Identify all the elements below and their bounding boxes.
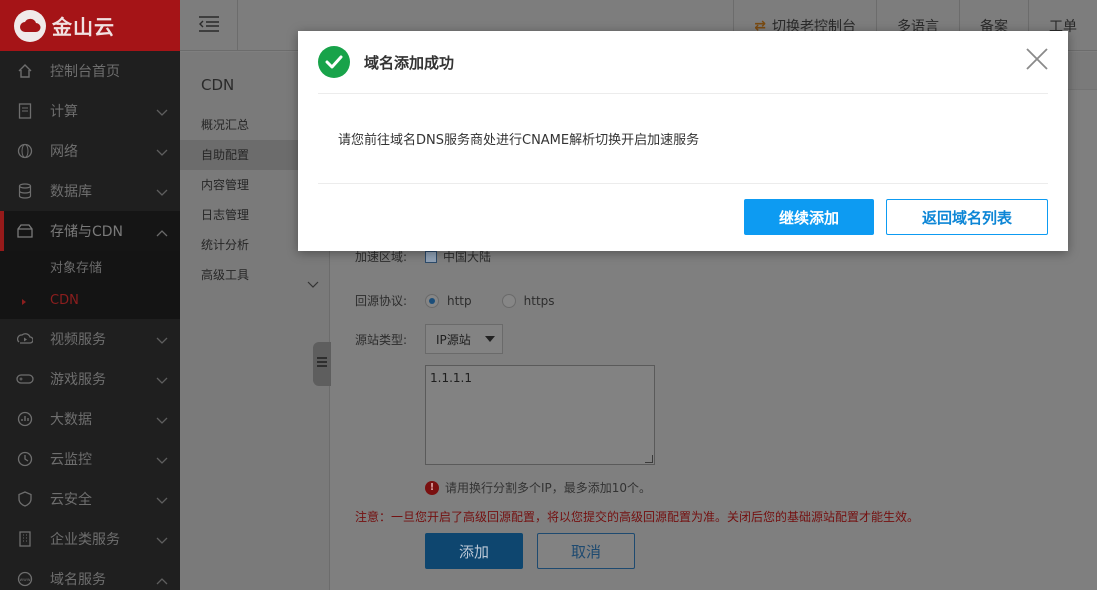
sidebar-item-game[interactable]: 游戏服务 [0,359,180,399]
shield-icon [16,490,34,508]
sidebar-item-label: 游戏服务 [50,372,106,388]
sidebar-item-label: 视频服务 [50,332,106,348]
server-icon [16,102,34,120]
https-radio[interactable] [501,293,516,308]
brand-logo[interactable]: 金山云 [0,0,180,51]
close-icon [1024,48,1050,76]
menu-collapse-icon [198,15,220,36]
gamepad-icon [16,370,34,388]
www-icon: www [16,570,34,588]
chevron-down-icon [156,185,168,201]
sidebar-item-network[interactable]: 网络 [0,131,180,171]
cancel-button[interactable]: 取消 [537,533,635,569]
origin-type-label: 源站类型: [355,332,408,347]
close-button[interactable] [1024,46,1050,72]
protocol-label: 回源协议: [355,294,408,308]
sidebar-item-bigdata[interactable]: 大数据 [0,399,180,439]
chevron-down-icon [156,145,168,161]
region-checkbox[interactable] [425,250,437,263]
monitor-icon [16,450,34,468]
chevron-up-icon [156,225,168,241]
sidebar-item-enterprise[interactable]: 企业类服务 [0,519,180,559]
sidebar-item-label: 企业类服务 [50,532,120,548]
add-button[interactable]: 添加 [425,533,523,569]
sidebar-item-label: 数据库 [50,184,92,200]
sidebar-subitem-cdn[interactable]: CDN [0,285,180,317]
sidebar-item-domain[interactable]: www 域名服务 [0,559,180,590]
storage-icon [16,222,34,240]
sidebar-item-label: 云安全 [50,492,92,508]
globe-icon [16,142,34,160]
list-icon [316,356,328,372]
sidebar-item-label: 云监控 [50,452,92,468]
sidebar-item-label: 域名服务 [50,572,106,588]
building-icon [16,530,34,548]
protocol-row: 回源协议: http https [355,292,555,309]
sidebar-item-compute[interactable]: 计算 [0,91,180,131]
https-label: https [523,293,555,308]
sidebar-item-label: 计算 [50,104,78,120]
continue-add-button[interactable]: 继续添加 [744,199,874,235]
menu-toggle-button[interactable] [180,0,238,51]
success-check-icon [318,46,350,78]
origin-ip-hint: ! 请用换行分割多个IP，最多添加10个。 [425,479,651,496]
chevron-down-icon [156,533,168,549]
home-icon [16,62,34,80]
origin-type-select[interactable]: IP源站 [425,324,503,354]
dialog-footer: 继续添加 返回域名列表 [298,184,1068,250]
chevron-down-icon [156,493,168,509]
http-label: http [447,293,472,308]
chevron-down-icon [156,333,168,349]
brand-name: 金山云 [52,15,115,39]
submenu-item-advanced-tools[interactable]: 高级工具 [180,260,329,290]
sidebar-item-label: 大数据 [50,412,92,428]
info-icon: ! [425,480,439,495]
chevron-down-icon [307,270,319,300]
video-icon [16,330,34,348]
origin-type-value: IP源站 [436,332,471,347]
chevron-down-icon [156,105,168,121]
chevron-down-icon [156,413,168,429]
chevron-up-icon [156,573,168,589]
sidebar-item-cloud-monitor[interactable]: 云监控 [0,439,180,479]
hint-text: 请用换行分割多个IP，最多添加10个。 [445,481,652,495]
dialog-message: 请您前往域名DNS服务商处进行CNAME解析切换开启加速服务 [318,94,1048,184]
chevron-down-icon [156,373,168,389]
chevron-down-icon [156,453,168,469]
success-dialog: 域名添加成功 请您前往域名DNS服务商处进行CNAME解析切换开启加速服务 继续… [298,31,1068,251]
sidebar-item-label: 网络 [50,144,78,160]
advanced-origin-warning: 注意：一旦您开启了高级回源配置，将以您提交的高级回源配置为准。关闭后您的基础源站… [355,510,920,524]
resize-grip-icon[interactable] [645,455,653,463]
sidebar-item-console-home[interactable]: 控制台首页 [0,51,180,91]
sidebar-item-video[interactable]: 视频服务 [0,319,180,359]
cloud-logo-icon [14,9,46,42]
http-radio[interactable] [425,293,439,308]
submenu-collapse-handle[interactable] [313,342,331,386]
origin-type-row: 源站类型: IP源站 [355,324,503,354]
dialog-header: 域名添加成功 [318,31,1048,94]
sidebar: 金山云 控制台首页 计算 网络 数据库 存储与CDN 对象存储 CDN 视频服务… [0,0,180,590]
sidebar-item-label: 控制台首页 [50,64,120,80]
dialog-title: 域名添加成功 [364,53,455,72]
caret-down-icon [484,336,495,342]
database-icon [16,182,34,200]
origin-ip-textarea[interactable]: 1.1.1.1 [425,365,655,465]
sidebar-item-cloud-security[interactable]: 云安全 [0,479,180,519]
bigdata-icon [16,410,34,428]
sidebar-submenu: 对象存储 CDN [0,251,180,319]
sidebar-item-label: 存储与CDN [50,224,124,240]
back-to-domain-list-button[interactable]: 返回域名列表 [886,199,1048,235]
sidebar-subitem-object-storage[interactable]: 对象存储 [0,253,180,285]
svg-text:www: www [19,578,30,583]
submenu-item-label: 高级工具 [201,268,250,282]
sidebar-item-storage-cdn[interactable]: 存储与CDN [0,211,180,251]
sidebar-item-database[interactable]: 数据库 [0,171,180,211]
origin-ip-value: 1.1.1.1 [430,371,472,385]
